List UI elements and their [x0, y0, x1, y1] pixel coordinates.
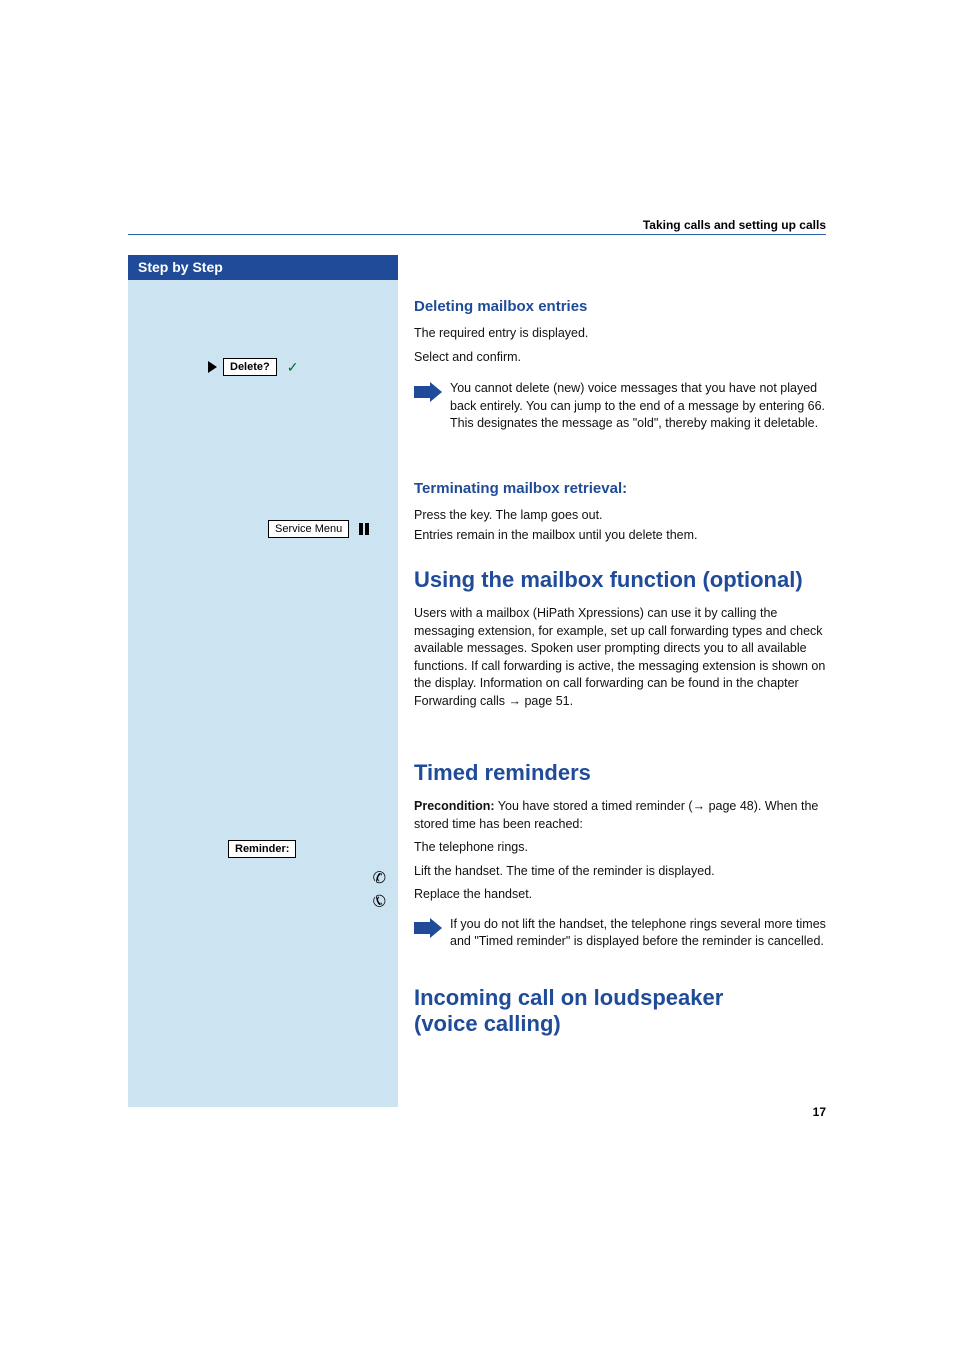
page: Taking calls and setting up calls Step b…: [0, 0, 954, 1351]
s4-precondition: Precondition: You have stored a timed re…: [414, 798, 826, 833]
step-replace-handset: ✆: [373, 890, 386, 910]
s4-line1: The telephone rings.: [414, 839, 826, 857]
s2-line2: Entries remain in the mailbox until you …: [414, 527, 826, 545]
section-timed-reminders: Timed reminders Precondition: You have s…: [414, 760, 826, 955]
heading-using-mailbox: Using the mailbox function (optional): [414, 567, 826, 593]
s4-line2: Lift the handset. The time of the remind…: [414, 863, 826, 881]
s4-line3: Replace the handset.: [414, 886, 826, 904]
precondition-label: Precondition:: [414, 799, 495, 813]
note-reminder: If you do not lift the handset, the tele…: [414, 916, 826, 951]
step-delete: Delete? ✓: [208, 358, 298, 376]
s3-body: Users with a mailbox (HiPath Xpressions)…: [414, 605, 826, 710]
running-header: Taking calls and setting up calls: [643, 218, 826, 232]
heading-incoming-2: (voice calling): [414, 1011, 826, 1037]
check-icon: ✓: [287, 359, 299, 376]
s2-line1: Press the key. The lamp goes out.: [414, 507, 826, 525]
display-box-reminder: Reminder:: [228, 840, 296, 858]
lift-handset-icon: ✆: [373, 868, 386, 888]
note-arrow-icon: [414, 382, 442, 402]
step-reminder: Reminder:: [228, 840, 296, 858]
section-terminating: Terminating mailbox retrieval: Press the…: [414, 480, 826, 550]
header-rule: [128, 234, 826, 235]
lamp-icon: [359, 523, 369, 535]
display-box-delete: Delete?: [223, 358, 277, 376]
note-deleting: You cannot delete (new) voice messages t…: [414, 380, 826, 433]
section-deleting-mailbox: Deleting mailbox entries The required en…: [414, 298, 826, 437]
heading-incoming-1: Incoming call on loudspeaker: [414, 985, 826, 1011]
heading-deleting: Deleting mailbox entries: [414, 298, 826, 315]
sidebar-title: Step by Step: [128, 255, 398, 280]
page-number: 17: [813, 1105, 826, 1119]
triangle-icon: [208, 361, 217, 373]
step-service-menu: Service Menu: [268, 520, 369, 538]
heading-terminating: Terminating mailbox retrieval:: [414, 480, 826, 497]
sidebar-body: Delete? ✓ Service Menu Reminder: ✆ ✆: [128, 280, 398, 1107]
heading-timed-reminders: Timed reminders: [414, 760, 826, 786]
replace-handset-icon: ✆: [373, 890, 386, 910]
section-incoming-call: Incoming call on loudspeaker (voice call…: [414, 985, 826, 1049]
step-lift-handset: ✆: [373, 868, 386, 888]
step-by-step-sidebar: Step by Step Delete? ✓ Service Menu Remi…: [128, 255, 398, 1107]
note-reminder-text: If you do not lift the handset, the tele…: [450, 916, 826, 951]
section-using-mailbox: Using the mailbox function (optional) Us…: [414, 567, 826, 716]
key-label-service-menu: Service Menu: [268, 520, 349, 538]
note-deleting-text: You cannot delete (new) voice messages t…: [450, 380, 826, 433]
s1-line2: Select and confirm.: [414, 349, 826, 367]
s1-line1: The required entry is displayed.: [414, 325, 826, 343]
note-arrow-icon: [414, 918, 442, 938]
